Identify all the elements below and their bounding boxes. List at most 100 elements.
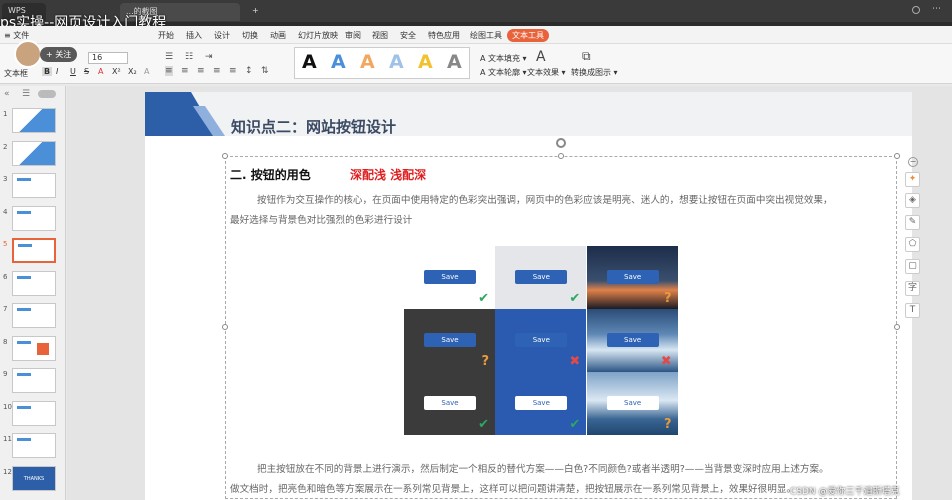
font-icon[interactable]: 字 [905,281,920,296]
text-outline-button[interactable]: A 文本轮廓 ▾ [480,67,527,78]
numbered-list-icon[interactable]: ☷ [185,52,193,62]
convert-diagram-icon[interactable]: ⧉ [582,49,591,64]
menu-bar: ≡ 文件 开始 插入 设计 切换 动画 幻灯片放映 审阅 视图 安全 特色应用 … [0,26,952,44]
menu-slideshow[interactable]: 幻灯片放映 [298,30,338,41]
collapse-icon[interactable]: « [4,89,10,99]
thumbnail-label: THANKS [23,475,45,482]
distribute-icon[interactable]: ≡ [229,66,237,76]
menu-review[interactable]: 审阅 [345,30,361,41]
style-black-a-icon[interactable]: A [302,51,317,73]
align-center-icon[interactable]: ≡ [181,66,189,76]
question-icon: ? [664,291,672,306]
thumbnail-content [17,405,31,409]
italic-button[interactable]: I [56,67,58,76]
slide-thumbnail[interactable] [12,400,56,426]
window-menu-icon[interactable]: ⋯ [932,4,941,14]
style-blue-a-icon[interactable]: A [331,51,346,73]
save-button-sample: Save [424,333,476,347]
menu-transition[interactable]: 切换 [242,30,258,41]
text-box-button[interactable]: 文本框 [4,68,28,79]
thumbnail-number: 9 [3,370,8,378]
text-effect-icon[interactable]: A [536,49,546,65]
grid-cell: Save ✔ [495,372,587,435]
paragraph-1-line-2: 最好选择与背景色对比强烈的色彩进行设计 [230,215,413,226]
layers-icon[interactable]: ◈ [905,193,920,208]
style-orange-a-icon[interactable]: A [360,51,375,73]
thumbnail-number: 10 [3,402,12,411]
subscript-button[interactable]: X₂ [128,67,137,76]
style-yellow-a-icon[interactable]: A [418,51,433,73]
style-lightblue-a-icon[interactable]: A [389,51,404,73]
grid-cell: Save ✔ [495,246,587,309]
resize-handle[interactable] [222,324,228,330]
follow-button[interactable]: + 关注 [40,47,78,62]
shape-fill-icon[interactable]: ⬠ [905,237,920,252]
thumbnail-content [17,210,31,214]
superscript-button[interactable]: X² [112,67,121,76]
collapse-panel-icon[interactable]: − [908,157,918,167]
slide-thumbnail[interactable] [12,238,56,263]
thumbnail-number: 7 [3,305,8,313]
text-fill-button[interactable]: A 文本填充 ▾ [480,53,527,64]
resize-handle[interactable] [894,153,900,159]
menu-start[interactable]: 开始 [158,30,174,41]
outline-view-icon[interactable]: ☰ [22,89,30,99]
menu-drawing-tools[interactable]: 绘图工具 [470,30,502,41]
slide-thumbnail[interactable] [12,270,56,296]
align-right-icon[interactable]: ≡ [197,66,205,76]
menu-insert[interactable]: 插入 [186,30,202,41]
alignment-tools: ≡ ≡ ≡ ≡ ≡ ↕ ⇅ [165,66,290,76]
grid-cell: Save ✔ [404,246,495,309]
thumbnail-view-toggle[interactable] [38,90,56,98]
resize-handle[interactable] [894,324,900,330]
new-tab-button[interactable]: + [246,3,264,21]
slide-thumbnail[interactable] [12,433,56,458]
list-icon[interactable]: ☰ [165,52,173,62]
bold-button[interactable]: B [42,67,53,76]
menu-view[interactable]: 视图 [372,30,388,41]
resize-handle[interactable] [558,153,564,159]
red-highlight-text: 深配浅 浅配深 [350,168,427,182]
menu-design[interactable]: 设计 [214,30,230,41]
text-direction-icon[interactable]: ⇅ [261,66,269,76]
slide-thumbnail[interactable] [12,335,56,361]
slide-thumbnail[interactable] [12,140,56,166]
thumbnail-number: 5 [3,240,8,248]
text-effect-button[interactable]: 文本效果 ▾ [527,67,566,78]
save-button-sample: Save [515,333,568,347]
slide-thumbnail[interactable] [12,303,56,328]
save-button-sample: Save [515,270,568,284]
menu-security[interactable]: 安全 [400,30,416,41]
line-spacing-icon[interactable]: ↕ [245,66,253,76]
menu-features[interactable]: 特色应用 [428,30,460,41]
pen-icon[interactable]: ✎ [905,215,920,230]
rotate-handle-icon[interactable] [556,138,566,148]
style-gray-a-icon[interactable]: A [447,51,462,73]
slide-thumbnail[interactable] [12,173,56,198]
align-left-icon[interactable]: ≡ [165,66,173,76]
thumbnail-content [17,275,31,279]
button-background-grid-image: Save ✔ Save ✔ Save? Save? Save ✖ Save ✖ Save ✔ Save ✔… [404,246,678,435]
underline-button[interactable]: U [70,67,76,76]
font-size-select[interactable]: 16 [88,52,128,64]
text-box-icon[interactable]: T [905,303,920,318]
frame-icon[interactable]: ▢ [905,259,920,274]
menu-animation[interactable]: 动画 [270,30,286,41]
slide-heading: 知识点二：网站按钮设计 [231,118,397,136]
clear-format-button[interactable]: A [144,67,149,76]
magic-tool-icon[interactable]: ✦ [905,172,920,187]
indent-icon[interactable]: ⇥ [205,52,213,62]
font-color-button[interactable]: A [98,67,103,76]
slide-thumbnail[interactable] [12,368,56,393]
slide-thumbnail[interactable] [12,108,56,133]
convert-diagram-button[interactable]: 转换成图示 ▾ [571,67,618,78]
slide-thumbnail[interactable]: THANKS [12,465,56,491]
slide-thumbnail[interactable] [12,205,56,231]
justify-icon[interactable]: ≡ [213,66,221,76]
menu-text-tools[interactable]: 文本工具 [507,29,549,42]
avatar-icon[interactable] [912,6,920,14]
grid-cell: Save ✔ [404,372,495,435]
thumbnail-content [18,244,32,247]
strike-button[interactable]: S [84,67,89,76]
resize-handle[interactable] [222,153,228,159]
